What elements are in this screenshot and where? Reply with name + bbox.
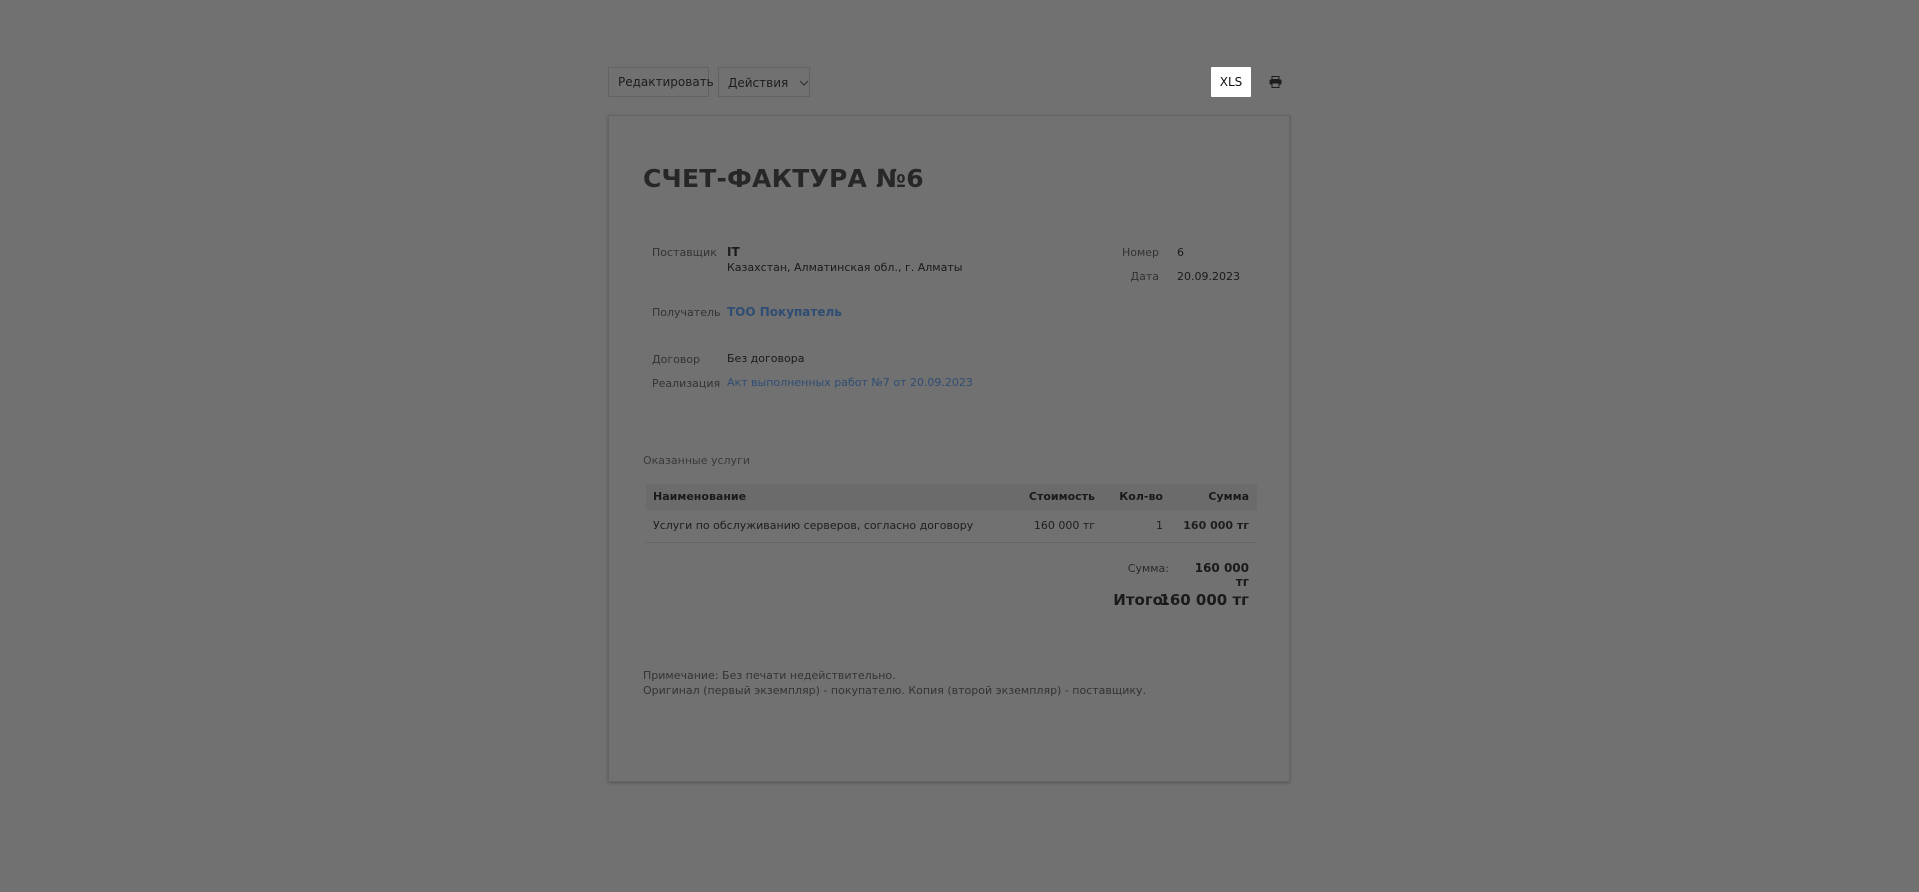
header-qty: Кол-во	[1119, 490, 1163, 503]
number-label: Номер	[1121, 246, 1159, 259]
row-cost: 160 000 тг	[1033, 519, 1095, 532]
print-button[interactable]	[1260, 67, 1290, 97]
total-value: 160 000 тг	[1159, 591, 1249, 609]
row-name: Услуги по обслуживанию серверов, согласн…	[653, 519, 974, 532]
invoice-number: 6	[1177, 246, 1184, 259]
actions-dropdown-button[interactable]: Действия	[718, 67, 810, 97]
header-sum: Сумма	[1208, 490, 1249, 503]
contract-value: Без договора	[727, 352, 805, 365]
recipient-label: Получатель	[652, 306, 721, 319]
export-xls-button[interactable]: XLS	[1211, 67, 1251, 97]
row-sum: 160 000 тг	[1183, 519, 1249, 532]
sum-value: 160 000 тг	[1194, 561, 1249, 589]
actions-label: Действия	[728, 76, 789, 90]
invoice-title: СЧЕТ-ФАКТУРА №6	[643, 164, 924, 193]
chevron-down-icon	[799, 68, 809, 96]
note-line-1: Примечание: Без печати недействительно.	[643, 669, 896, 682]
document-toolbar: Редактировать Действия XLS	[608, 67, 1290, 97]
invoice-date: 20.09.2023	[1177, 270, 1240, 283]
date-label: Дата	[1130, 270, 1159, 283]
realization-label: Реализация	[652, 377, 721, 390]
services-table-header: Наименование Стоимость Кол-во Сумма	[646, 484, 1257, 510]
realization-link[interactable]: Акт выполненных работ №7 от 20.09.2023	[727, 376, 973, 389]
header-cost: Стоимость	[1028, 490, 1095, 503]
header-name: Наименование	[653, 490, 747, 503]
contract-label: Договор	[652, 353, 701, 366]
sum-label: Сумма:	[1127, 562, 1169, 575]
row-qty: 1	[1156, 519, 1163, 532]
recipient-link[interactable]: ТОО Покупатель	[727, 305, 842, 319]
supplier-label: Поставщик	[652, 246, 717, 259]
table-row: Услуги по обслуживанию серверов, согласн…	[646, 510, 1257, 543]
services-caption: Оказанные услуги	[643, 454, 750, 467]
supplier-name: IT	[727, 245, 740, 259]
note-line-2: Оригинал (первый экземпляр) - покупателю…	[643, 684, 1147, 697]
printer-icon	[1269, 75, 1282, 89]
invoice-document: СЧЕТ-ФАКТУРА №6 Поставщик IT Казахстан, …	[608, 115, 1290, 782]
edit-button[interactable]: Редактировать	[608, 67, 714, 97]
supplier-address: Казахстан, Алматинская обл., г. Алматы	[727, 261, 963, 274]
